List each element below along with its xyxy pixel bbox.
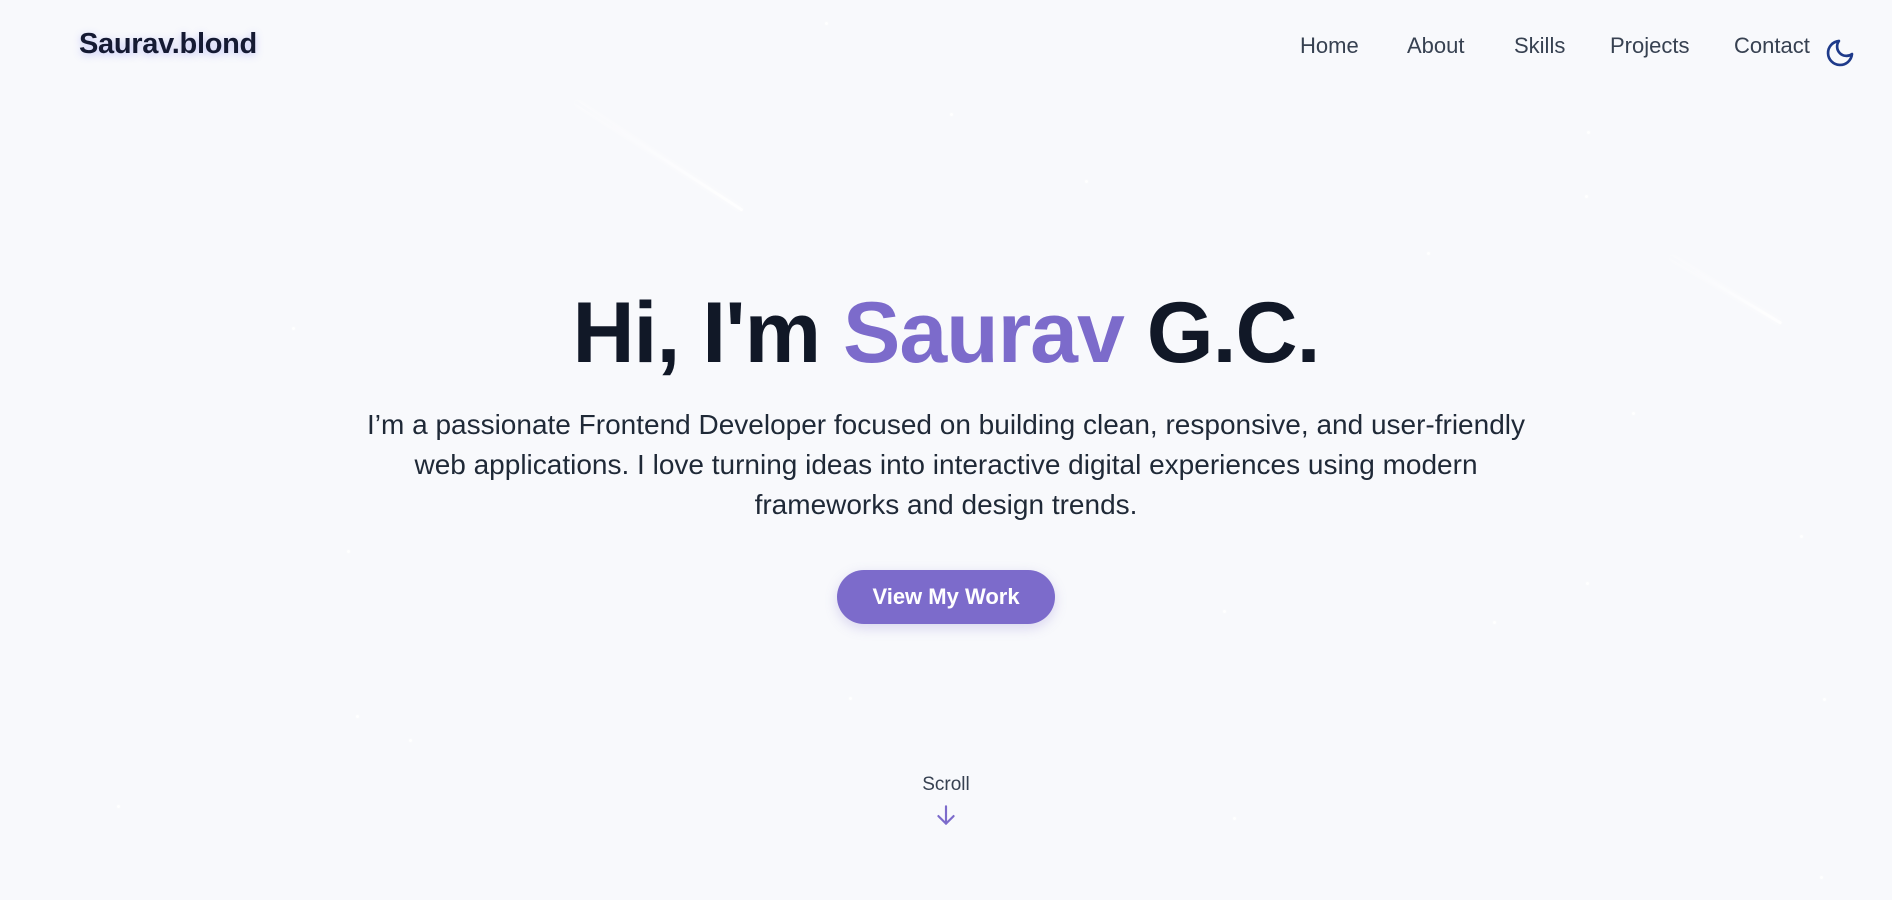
page: Saurav.blond Home About Skills Projects … — [0, 0, 1892, 900]
star-dot-decoration — [1586, 582, 1589, 585]
star-dot-decoration — [1223, 610, 1226, 613]
star-dot-decoration — [117, 805, 120, 808]
site-logo[interactable]: Saurav.blond — [79, 28, 257, 61]
star-dot-decoration — [409, 739, 412, 742]
star-dot-decoration — [1085, 180, 1088, 183]
star-dot-decoration — [1493, 621, 1496, 624]
moon-icon — [1826, 39, 1854, 67]
view-my-work-button[interactable]: View My Work — [837, 570, 1055, 624]
arrow-down-icon — [937, 805, 955, 825]
nav-link-projects[interactable]: Projects — [1610, 33, 1689, 59]
hero-title: Hi, I'm Saurav G.C. — [0, 283, 1892, 383]
star-dot-decoration — [356, 715, 359, 718]
hero-title-name: Saurav — [842, 285, 1125, 381]
star-dot-decoration — [1587, 131, 1590, 134]
star-dot-decoration — [1820, 876, 1823, 879]
star-dot-decoration — [1823, 698, 1826, 701]
nav-link-skills[interactable]: Skills — [1514, 33, 1565, 59]
star-dot-decoration — [347, 550, 350, 553]
star-dot-decoration — [950, 113, 953, 116]
star-dot-decoration — [1233, 817, 1236, 820]
scroll-indicator[interactable]: Scroll — [896, 774, 996, 828]
scroll-label: Scroll — [922, 774, 970, 795]
star-dot-decoration — [1427, 252, 1430, 255]
star-dot-decoration — [849, 697, 852, 700]
nav-link-home[interactable]: Home — [1300, 33, 1359, 59]
hero-title-prefix: Hi, I'm — [572, 285, 821, 381]
hero-title-suffix: G.C. — [1146, 285, 1321, 381]
nav-link-contact[interactable]: Contact — [1734, 33, 1810, 59]
star-dot-decoration — [1585, 195, 1588, 198]
shooting-star-decoration — [574, 100, 744, 212]
theme-toggle-button[interactable] — [1824, 37, 1856, 69]
nav-link-about[interactable]: About — [1407, 33, 1465, 59]
star-dot-decoration — [1800, 535, 1803, 538]
hero-description: I’m a passionate Frontend Developer focu… — [366, 409, 1525, 520]
star-dot-decoration — [1632, 412, 1635, 415]
navbar: Saurav.blond Home About Skills Projects … — [0, 0, 1892, 92]
